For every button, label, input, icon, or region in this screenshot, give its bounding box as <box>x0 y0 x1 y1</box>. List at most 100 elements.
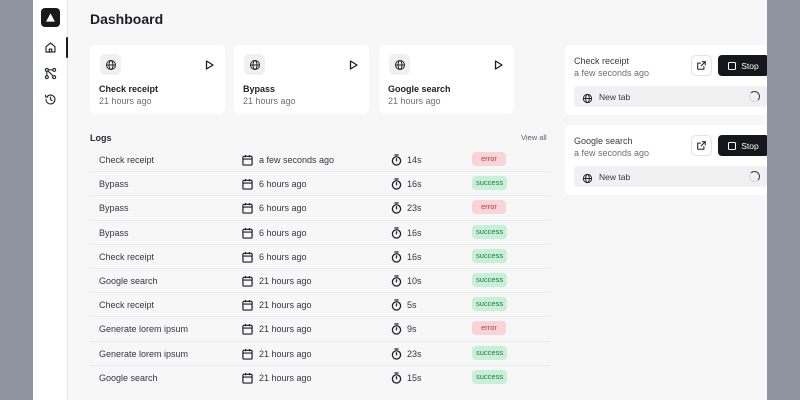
page-title: Dashboard <box>90 11 164 27</box>
browser-tab[interactable]: New tab <box>574 86 767 107</box>
calendar-icon <box>242 322 253 335</box>
log-task-name: Google search <box>99 372 158 383</box>
calendar-icon <box>242 201 253 215</box>
running-task-name: Google search <box>574 136 633 146</box>
play-icon[interactable] <box>347 59 359 71</box>
sidebar <box>33 0 68 400</box>
timer-icon <box>391 177 402 190</box>
log-task-name: Bypass <box>99 203 129 214</box>
play-icon[interactable] <box>203 59 215 71</box>
log-duration: 23s <box>407 348 422 359</box>
calendar-icon <box>242 250 253 263</box>
main-content: Dashboard Check receipt 21 hours ago Byp… <box>68 0 767 400</box>
globe-icon <box>100 54 121 75</box>
timer-icon <box>391 322 402 335</box>
status-badge: success <box>472 272 508 287</box>
tab-label: New tab <box>599 92 631 102</box>
log-row[interactable]: Bypass 6 hours ago 16s success <box>90 221 550 245</box>
status-badge: error <box>472 321 506 336</box>
app-logo[interactable] <box>41 8 60 27</box>
log-task-name: Bypass <box>99 227 129 238</box>
log-duration: 9s <box>407 324 417 335</box>
log-started: 21 hours ago <box>259 372 312 383</box>
calendar-icon <box>242 298 253 311</box>
log-duration: 15s <box>407 372 422 383</box>
log-duration: 16s <box>407 227 422 238</box>
app-window: Dashboard Check receipt 21 hours ago Byp… <box>33 0 767 400</box>
calendar-icon <box>242 226 253 239</box>
stop-icon <box>728 141 737 150</box>
log-task-name: Generate lorem ipsum <box>99 324 189 335</box>
logs-list: Check receipt a few seconds ago 14s error By… <box>90 148 550 390</box>
nav-history-icon[interactable] <box>41 90 60 109</box>
log-row[interactable]: Bypass 6 hours ago 16s success <box>90 172 550 197</box>
nav-home-icon[interactable] <box>41 38 60 57</box>
globe-icon <box>244 54 265 75</box>
running-task-time: a few seconds ago <box>574 68 650 78</box>
stop-button[interactable]: Stop <box>718 55 767 76</box>
task-card[interactable]: Check receipt 21 hours ago <box>90 45 225 114</box>
task-time: 21 hours ago <box>99 96 152 106</box>
log-duration: 16s <box>407 251 422 262</box>
open-external-button[interactable] <box>691 135 712 156</box>
task-name: Google search <box>388 84 451 94</box>
log-duration: 5s <box>407 300 417 311</box>
log-started: 6 hours ago <box>259 251 307 262</box>
stop-label: Stop <box>741 60 759 71</box>
log-row[interactable]: Google search 21 hours ago 10s success <box>90 269 550 294</box>
log-row[interactable]: Google search 21 hours ago 15s success <box>90 366 550 390</box>
status-badge: error <box>472 200 506 215</box>
task-card[interactable]: Google search 21 hours ago <box>379 45 514 114</box>
running-task-card: Check receipt a few seconds ago Stop New… <box>565 45 767 115</box>
log-started: a few seconds ago <box>259 155 335 165</box>
timer-icon <box>391 347 402 360</box>
log-row[interactable]: Generate lorem ipsum 21 hours ago 9s error <box>90 317 550 342</box>
log-row[interactable]: Generate lorem ipsum 21 hours ago 23s succe… <box>90 342 550 366</box>
status-badge: success <box>472 297 508 312</box>
log-started: 21 hours ago <box>259 324 312 335</box>
browser-tab[interactable]: New tab <box>574 166 767 187</box>
globe-icon <box>582 91 593 109</box>
log-row[interactable]: Bypass 6 hours ago 23s error <box>90 196 550 221</box>
log-task-name: Google search <box>99 275 158 286</box>
calendar-icon <box>242 274 253 287</box>
timer-icon <box>391 226 402 239</box>
log-task-name: Check receipt <box>99 155 155 165</box>
status-badge: success <box>472 248 508 263</box>
external-link-icon <box>697 61 706 70</box>
log-started: 21 hours ago <box>259 300 312 311</box>
timer-icon <box>391 250 402 263</box>
running-task-name: Check receipt <box>574 56 630 66</box>
log-row[interactable]: Check receipt 21 hours ago 5s success <box>90 293 550 318</box>
log-started: 21 hours ago <box>259 348 312 359</box>
task-card[interactable]: Bypass 21 hours ago <box>234 45 369 114</box>
play-icon[interactable] <box>492 59 504 71</box>
globe-icon <box>389 54 410 75</box>
task-name: Check receipt <box>99 84 159 94</box>
running-task-card: Google search a few seconds ago Stop New… <box>565 125 767 195</box>
log-duration: 10s <box>407 275 422 286</box>
stop-label: Stop <box>741 140 759 151</box>
nav-workflow-icon[interactable] <box>41 64 60 83</box>
open-external-button[interactable] <box>691 55 712 76</box>
tab-label: New tab <box>599 172 631 182</box>
log-duration: 14s <box>407 155 422 165</box>
globe-icon <box>582 171 593 189</box>
stop-button[interactable]: Stop <box>718 135 767 156</box>
log-duration: 23s <box>407 203 422 214</box>
status-badge: success <box>472 345 508 360</box>
timer-icon <box>391 371 402 384</box>
timer-icon <box>391 298 402 311</box>
log-row[interactable]: Check receipt 6 hours ago 16s success <box>90 245 550 269</box>
log-task-name: Bypass <box>99 179 129 190</box>
view-all-link[interactable]: View all <box>521 133 547 142</box>
log-started: 6 hours ago <box>259 227 307 238</box>
log-row[interactable]: Check receipt a few seconds ago 14s error <box>90 148 550 173</box>
calendar-icon <box>242 177 253 190</box>
external-link-icon <box>697 141 706 150</box>
running-task-time: a few seconds ago <box>574 148 650 158</box>
status-badge: success <box>472 369 508 384</box>
log-started: 6 hours ago <box>259 179 307 190</box>
status-badge: error <box>472 152 506 166</box>
task-time: 21 hours ago <box>388 96 441 106</box>
